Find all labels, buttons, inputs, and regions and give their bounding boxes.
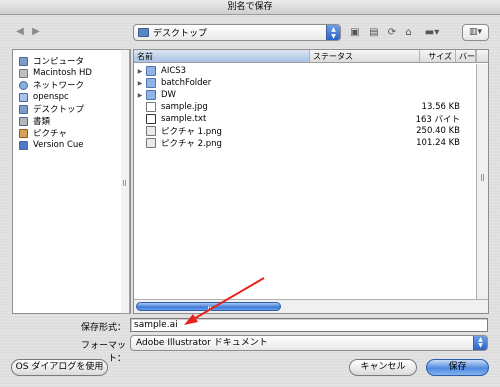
column-header: 名前 ステータス サイズ バージョン <box>134 50 476 63</box>
forward-arrow-icon[interactable]: ▶ <box>30 26 42 38</box>
sidebar-item-documents[interactable]: 書類 <box>13 115 130 127</box>
file-browser: 名前 ステータス サイズ バージョン ▶ AICS3 ▶ batchFolder… <box>133 49 489 314</box>
list-item[interactable]: ピクチャ 1.png 250.40 KB <box>134 125 476 137</box>
sidebar-item-label: ピクチャ <box>33 129 67 139</box>
sidebar-item-openspc[interactable]: openspc <box>13 91 130 103</box>
location-label: デスクトップ <box>153 29 208 39</box>
popup-arrows-icon: ▲ ▼ <box>326 25 340 40</box>
desktop-folder-icon <box>138 28 149 37</box>
file-size: 13.56 KB <box>421 102 460 112</box>
scroll-grip-icon <box>481 174 484 181</box>
sidebar-item-macintosh-hd[interactable]: Macintosh HD <box>13 67 130 79</box>
splitter-grip-icon <box>123 180 126 186</box>
disclosure-triangle-icon[interactable]: ▶ <box>134 68 146 75</box>
sidebar-item-label: 書類 <box>33 117 51 127</box>
burn-icon[interactable]: ▣ <box>349 27 361 39</box>
disclosure-triangle-icon[interactable]: ▶ <box>134 80 146 87</box>
network-icon <box>19 80 28 90</box>
sidebar-item-desktop[interactable]: デスクトップ <box>13 103 130 115</box>
list-item[interactable]: ▶ AICS3 <box>134 65 476 77</box>
window-title: 別名で保存 <box>0 0 500 15</box>
folder-icon <box>146 78 156 88</box>
file-name: AICS3 <box>161 66 187 76</box>
disclosure-triangle-icon[interactable]: ▶ <box>134 92 146 99</box>
file-name: sample.txt <box>161 114 207 124</box>
list-item[interactable]: sample.jpg 13.56 KB <box>134 101 476 113</box>
file-name: ピクチャ 2.png <box>161 139 222 149</box>
sidebar-item-computer[interactable]: コンピュータ <box>13 55 130 67</box>
save-as-input[interactable] <box>130 318 488 332</box>
format-value: Adobe Illustrator ドキュメント <box>136 338 268 348</box>
file-size: 250.40 KB <box>416 126 460 136</box>
select-arrows-icon: ▲ ▼ <box>473 336 487 350</box>
scroll-thumb[interactable] <box>136 302 281 311</box>
file-name: batchFolder <box>161 78 212 88</box>
column-version[interactable]: バージョン <box>456 50 476 62</box>
list-item[interactable]: sample.txt 163 バイト <box>134 113 476 125</box>
trash-icon[interactable]: ⌂ <box>403 27 414 39</box>
sidebar-item-label: ネットワーク <box>33 81 85 91</box>
sidebar-item-network[interactable]: ネットワーク <box>13 79 130 91</box>
file-name: sample.jpg <box>161 102 208 112</box>
column-name[interactable]: 名前 <box>134 50 310 62</box>
format-select[interactable]: Adobe Illustrator ドキュメント ▲ ▼ <box>130 335 488 351</box>
file-size: 101.24 KB <box>416 138 460 148</box>
sidebar-item-label: コンピュータ <box>33 57 85 67</box>
column-size[interactable]: サイズ <box>420 50 456 62</box>
sidebar-item-label: デスクトップ <box>33 105 85 115</box>
file-size: 163 バイト <box>415 115 460 125</box>
list-item[interactable]: ピクチャ 2.png 101.24 KB <box>134 137 476 149</box>
folder-icon <box>146 90 156 100</box>
sidebar: コンピュータ Macintosh HD ネットワーク openspc デスクトッ… <box>12 49 131 314</box>
jpg-file-icon <box>146 102 156 112</box>
png-file-icon <box>146 138 156 148</box>
version-cue-icon <box>19 140 28 150</box>
folder-icon <box>146 66 156 76</box>
scroll-grip-icon <box>208 306 211 311</box>
horizontal-scrollbar[interactable] <box>134 299 488 313</box>
save-as-label: 保存形式： <box>80 323 126 333</box>
png-file-icon <box>146 126 156 136</box>
home-icon <box>19 92 28 102</box>
refresh-icon[interactable]: ⟳ <box>386 27 398 39</box>
column-view-icon[interactable]: ▥▾ <box>462 24 489 41</box>
sidebar-item-pictures[interactable]: ピクチャ <box>13 127 130 139</box>
list-item[interactable]: ▶ batchFolder <box>134 77 476 89</box>
location-popup[interactable]: デスクトップ ▲ ▼ <box>133 24 341 41</box>
file-name: DW <box>161 90 176 100</box>
list-item[interactable]: ▶ DW <box>134 89 476 101</box>
header-corner <box>476 50 488 63</box>
pictures-icon <box>19 128 28 138</box>
os-dialog-button[interactable]: OS ダイアログを使用 <box>11 359 108 376</box>
cancel-button[interactable]: キャンセル <box>349 359 417 376</box>
sidebar-item-label: openspc <box>33 92 69 102</box>
save-button[interactable]: 保存 <box>426 359 489 376</box>
back-arrow-icon[interactable]: ◀ <box>14 26 26 38</box>
computer-icon <box>19 56 28 66</box>
column-status[interactable]: ステータス <box>310 50 420 62</box>
documents-icon <box>19 116 28 126</box>
new-folder-icon[interactable]: ▤ <box>367 27 381 39</box>
file-name: ピクチャ 1.png <box>161 127 222 137</box>
file-list: ▶ AICS3 ▶ batchFolder ▶ DW sample.jpg 13… <box>134 65 476 149</box>
sidebar-item-label: Macintosh HD <box>33 68 92 78</box>
sidebar-item-label: Version Cue <box>33 140 84 150</box>
action-menu-icon[interactable]: ▬▾ <box>420 27 444 39</box>
hard-disk-icon <box>19 68 28 78</box>
sidebar-item-version-cue[interactable]: Version Cue <box>13 139 130 151</box>
sidebar-splitter[interactable] <box>121 49 130 314</box>
text-file-icon <box>146 114 156 124</box>
vertical-scrollbar[interactable] <box>476 64 488 299</box>
desktop-icon <box>19 104 28 114</box>
